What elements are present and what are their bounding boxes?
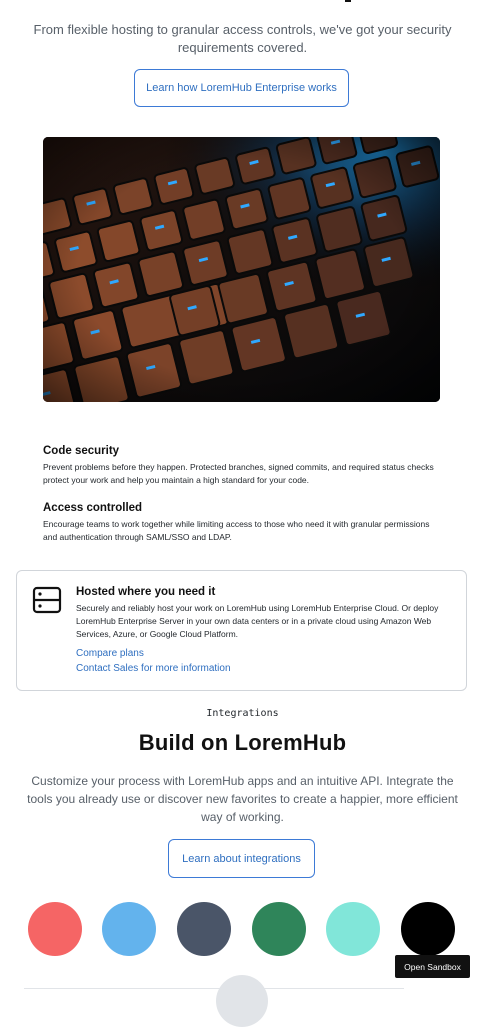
hero-keyboard-image: [43, 137, 440, 402]
open-sandbox-button[interactable]: Open Sandbox: [395, 955, 470, 978]
hosted-title: Hosted where you need it: [76, 586, 216, 598]
integrations-description: Customize your process with LoremHub app…: [27, 774, 458, 824]
integrations-eyebrow: Integrations: [206, 708, 279, 719]
feature-desc-access-controlled: Encourage teams to work together while l…: [43, 519, 430, 542]
intro-text: From flexible hosting to granular access…: [33, 22, 452, 55]
server-icon: [32, 586, 62, 614]
feature-desc-code-security: Prevent problems before they happen. Pro…: [43, 462, 434, 485]
integration-swatch-black[interactable]: [401, 902, 455, 956]
integration-swatch-blue[interactable]: [102, 902, 156, 956]
integration-swatch-teal[interactable]: [326, 902, 380, 956]
integration-swatch-red[interactable]: [28, 902, 82, 956]
integrations-heading: Build on LoremHub: [138, 730, 347, 755]
top-edge-fragment: [345, 0, 351, 2]
compare-plans-link[interactable]: Compare plans: [76, 648, 144, 659]
next-row-swatch-peek: [216, 975, 268, 1027]
bottom-divider: [24, 988, 404, 989]
feature-title-access-controlled: Access controlled: [43, 502, 143, 514]
integration-swatch-slate[interactable]: [177, 902, 231, 956]
learn-enterprise-button[interactable]: Learn how LoremHub Enterprise works: [134, 69, 349, 107]
learn-integrations-button[interactable]: Learn about integrations: [168, 839, 315, 878]
keyboard-illustration: [43, 137, 440, 402]
contact-sales-link[interactable]: Contact Sales for more information: [76, 663, 231, 674]
integration-swatch-green[interactable]: [252, 902, 306, 956]
hosted-description: Securely and reliably host your work on …: [76, 603, 439, 639]
hosted-card: Hosted where you need it Securely and re…: [16, 570, 467, 691]
feature-title-code-security: Code security: [43, 445, 120, 457]
